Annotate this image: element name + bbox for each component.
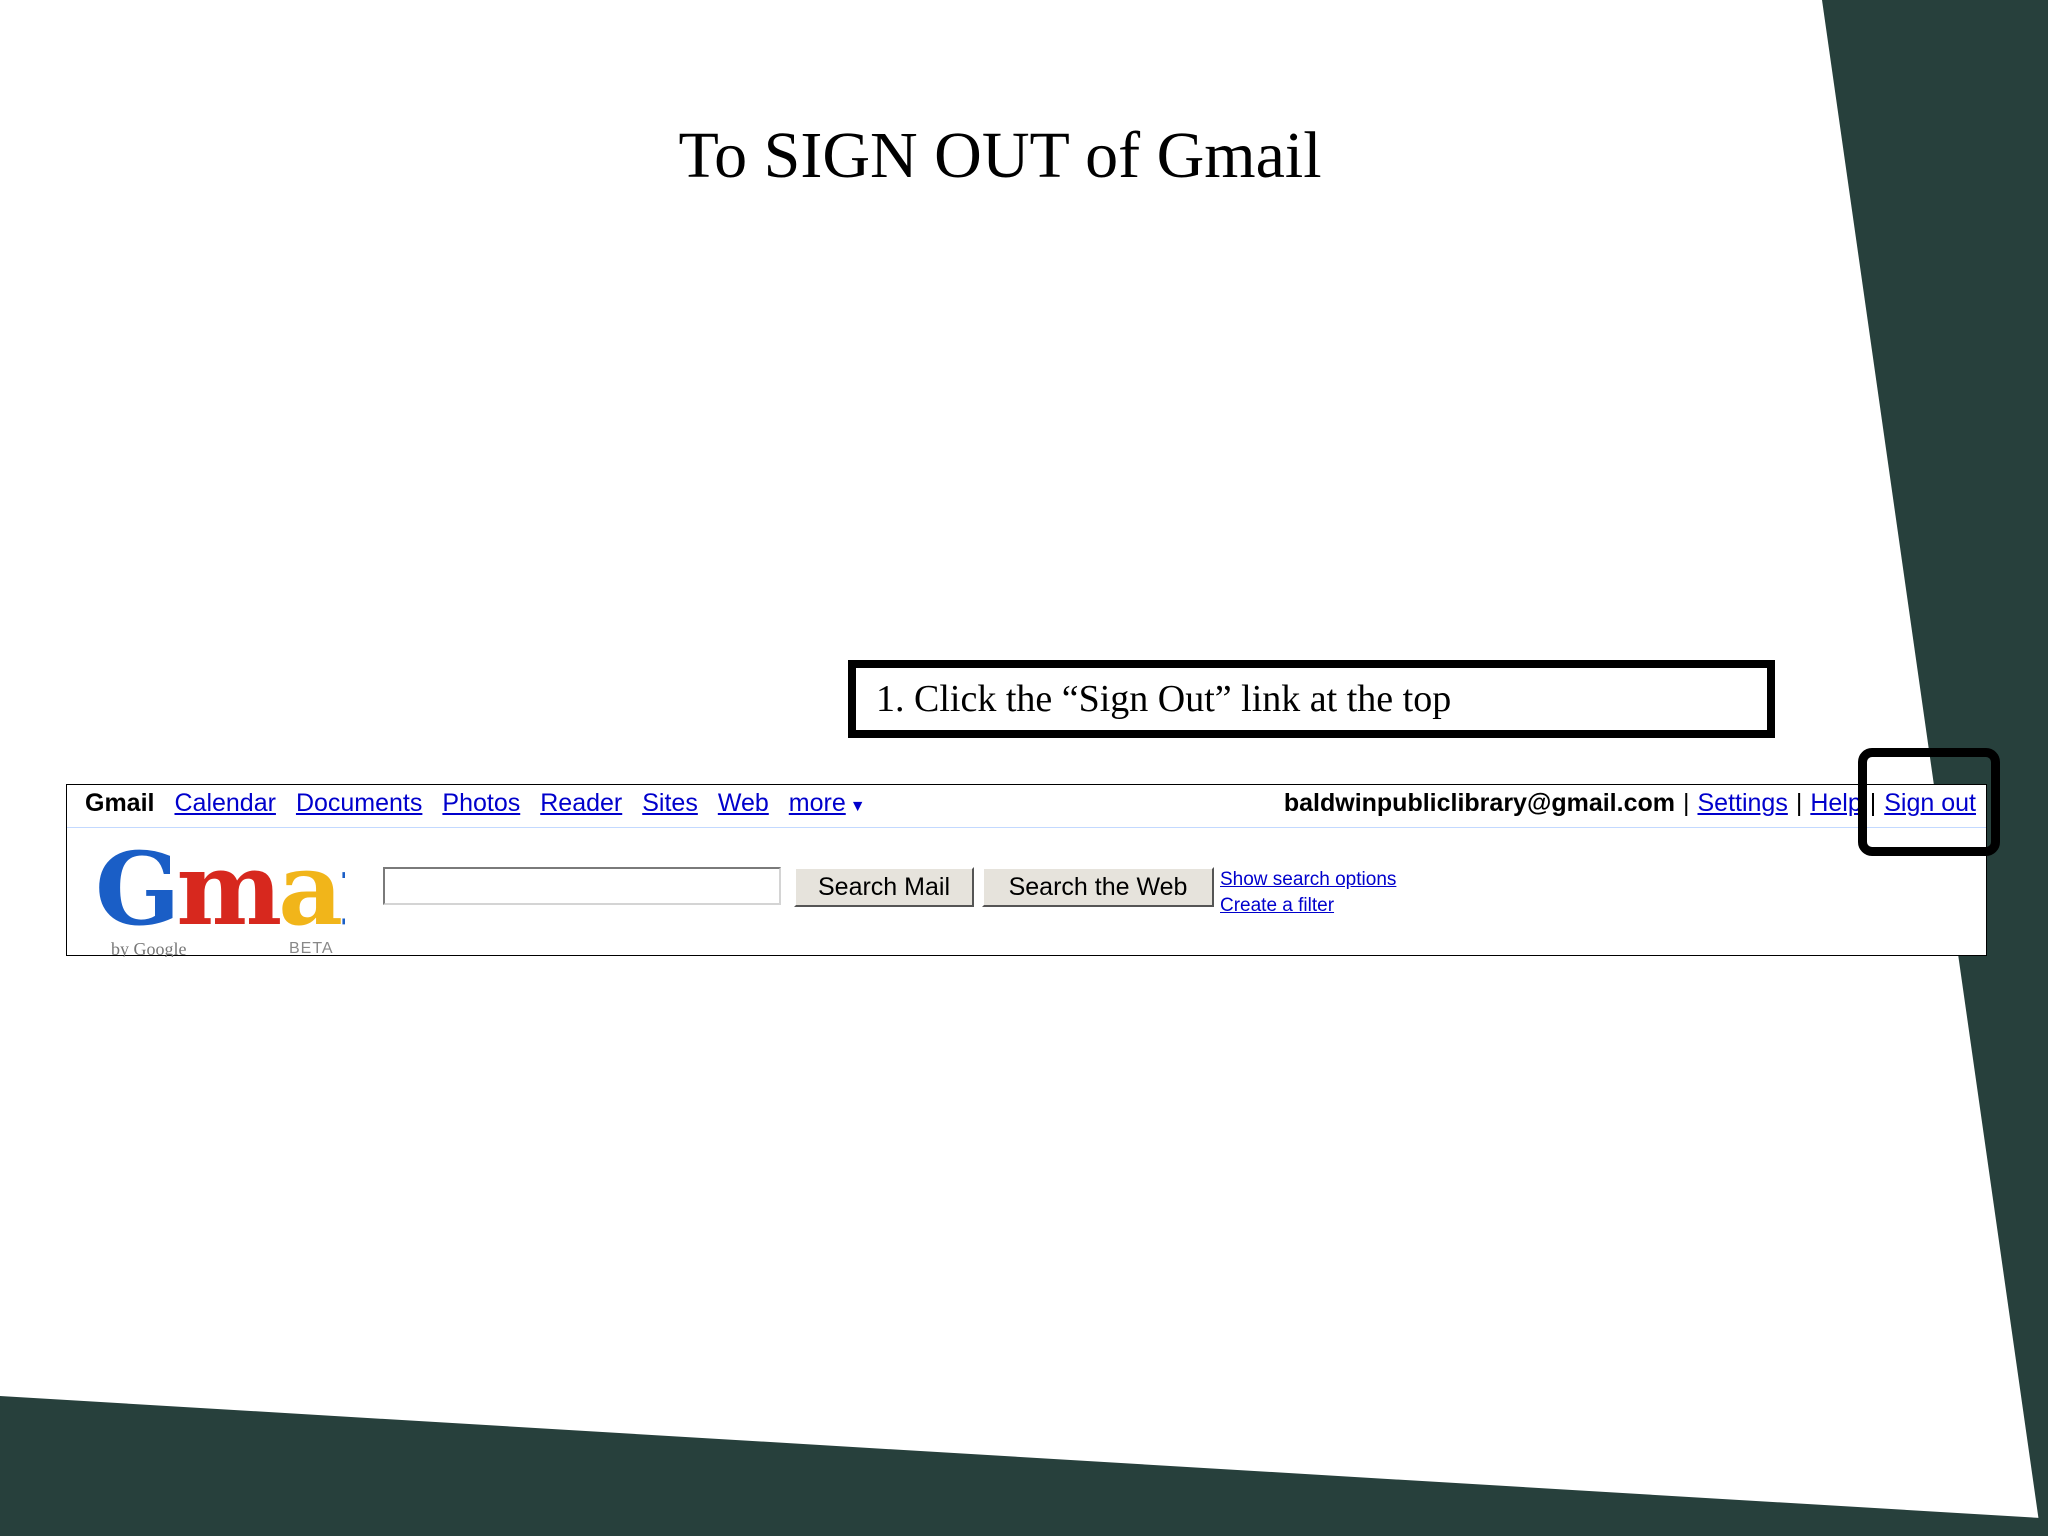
nav-gmail: Gmail xyxy=(85,789,155,817)
gmail-logo-wordmark: Gmail xyxy=(95,845,345,948)
instruction-callout: 1. Click the “Sign Out” link at the top xyxy=(848,660,1775,738)
slide-title: To SIGN OUT of Gmail xyxy=(678,119,1322,192)
nav-documents-link[interactable]: Documents xyxy=(296,789,422,818)
nav-sites-link[interactable]: Sites xyxy=(642,789,698,818)
help-link[interactable]: Help xyxy=(1810,789,1861,818)
create-filter-link[interactable]: Create a filter xyxy=(1220,893,1396,919)
search-mail-button[interactable]: Search Mail xyxy=(794,867,974,907)
google-bar: Gmail Calendar Documents Photos Reader S… xyxy=(67,785,1986,828)
gmail-logo[interactable]: Gmail by Google BETA xyxy=(95,845,345,957)
separator: | xyxy=(1682,789,1690,817)
search-web-button[interactable]: Search the Web xyxy=(982,867,1214,907)
triangle-down-icon[interactable]: ▼ xyxy=(850,798,866,815)
nav-photos-link[interactable]: Photos xyxy=(442,789,520,818)
google-nav: Gmail Calendar Documents Photos Reader S… xyxy=(85,789,866,818)
separator: | xyxy=(1869,789,1877,817)
bottom-accent-shape xyxy=(0,1396,2041,1536)
nav-calendar-link[interactable]: Calendar xyxy=(174,789,275,818)
settings-link[interactable]: Settings xyxy=(1697,789,1787,818)
sign-out-link[interactable]: Sign out xyxy=(1884,789,1976,818)
show-search-options-link[interactable]: Show search options xyxy=(1220,867,1396,893)
slide-background xyxy=(0,0,2048,1536)
search-input[interactable] xyxy=(383,867,781,905)
search-side-links: Show search options Create a filter xyxy=(1220,867,1396,919)
by-google-label: by Google xyxy=(111,939,187,957)
nav-reader-link[interactable]: Reader xyxy=(540,789,622,818)
separator: | xyxy=(1795,789,1803,817)
nav-more-link[interactable]: more xyxy=(789,789,846,817)
instruction-text: 1. Click the “Sign Out” link at the top xyxy=(876,678,1452,720)
gmail-header-screenshot: Gmail Calendar Documents Photos Reader S… xyxy=(66,784,1987,957)
beta-label: BETA xyxy=(289,940,334,957)
right-accent-shape xyxy=(1822,0,2048,1536)
account-bar: baldwinpubliclibrary@gmail.com | Setting… xyxy=(1284,789,1976,818)
account-email: baldwinpubliclibrary@gmail.com xyxy=(1283,789,1675,817)
nav-more-menu[interactable]: more ▼ xyxy=(789,789,866,818)
nav-web-link[interactable]: Web xyxy=(718,789,769,818)
